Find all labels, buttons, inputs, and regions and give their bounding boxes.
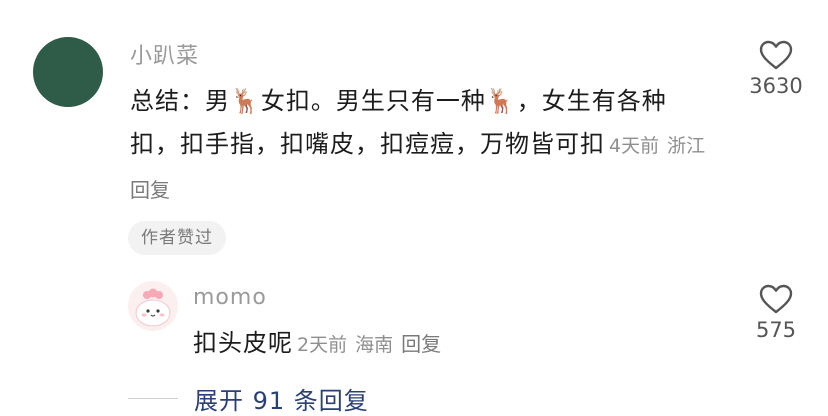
pink-cartoon-avatar-icon — [128, 281, 178, 331]
comment-like-count: 3630 — [749, 74, 803, 98]
comment-location: 浙江 — [667, 135, 706, 157]
reply-meta: 2天前 海南 回复 — [297, 332, 449, 356]
reply-time: 2天前 — [297, 334, 348, 356]
comment-reply-button[interactable]: 回复 — [130, 178, 170, 202]
reply-location: 海南 — [355, 334, 394, 356]
comment-like-button[interactable]: 3630 — [742, 40, 810, 98]
expand-replies-label: 展开 91 条回复 — [194, 386, 369, 415]
comment-author-name[interactable]: 小趴菜 — [130, 38, 199, 70]
expand-divider — [128, 397, 178, 399]
author-liked-badge: 作者赞过 — [128, 221, 226, 255]
expand-replies-button[interactable]: 展开 91 条回复 — [128, 380, 369, 416]
deer-emoji-icon: 🦌 — [230, 87, 261, 115]
reply-content: 扣头皮呢 — [193, 329, 293, 357]
reply-avatar[interactable] — [128, 281, 178, 331]
avatar[interactable] — [33, 37, 103, 107]
comment-text: 总结：男🦌女扣。男生只有一种🦌，女生有各种扣，扣手指，扣嘴皮，扣痘痘，万物皆可扣… — [130, 80, 715, 213]
heart-outline-icon — [759, 40, 793, 70]
reply-like-button[interactable]: 575 — [742, 284, 810, 342]
reply-reply-button[interactable]: 回复 — [401, 332, 441, 356]
reply-author-name[interactable]: momo — [193, 285, 267, 310]
reply-like-count: 575 — [755, 318, 797, 342]
heart-outline-icon — [759, 284, 793, 314]
comment-text-part-2: 女扣。男生只有一种 — [260, 87, 486, 115]
comment-time: 4天前 — [609, 135, 660, 157]
reply-text: 扣头皮呢 2天前 海南 回复 — [193, 325, 449, 363]
deer-emoji-icon: 🦌 — [485, 87, 517, 115]
comment-text-part-1: 总结：男 — [130, 87, 230, 115]
